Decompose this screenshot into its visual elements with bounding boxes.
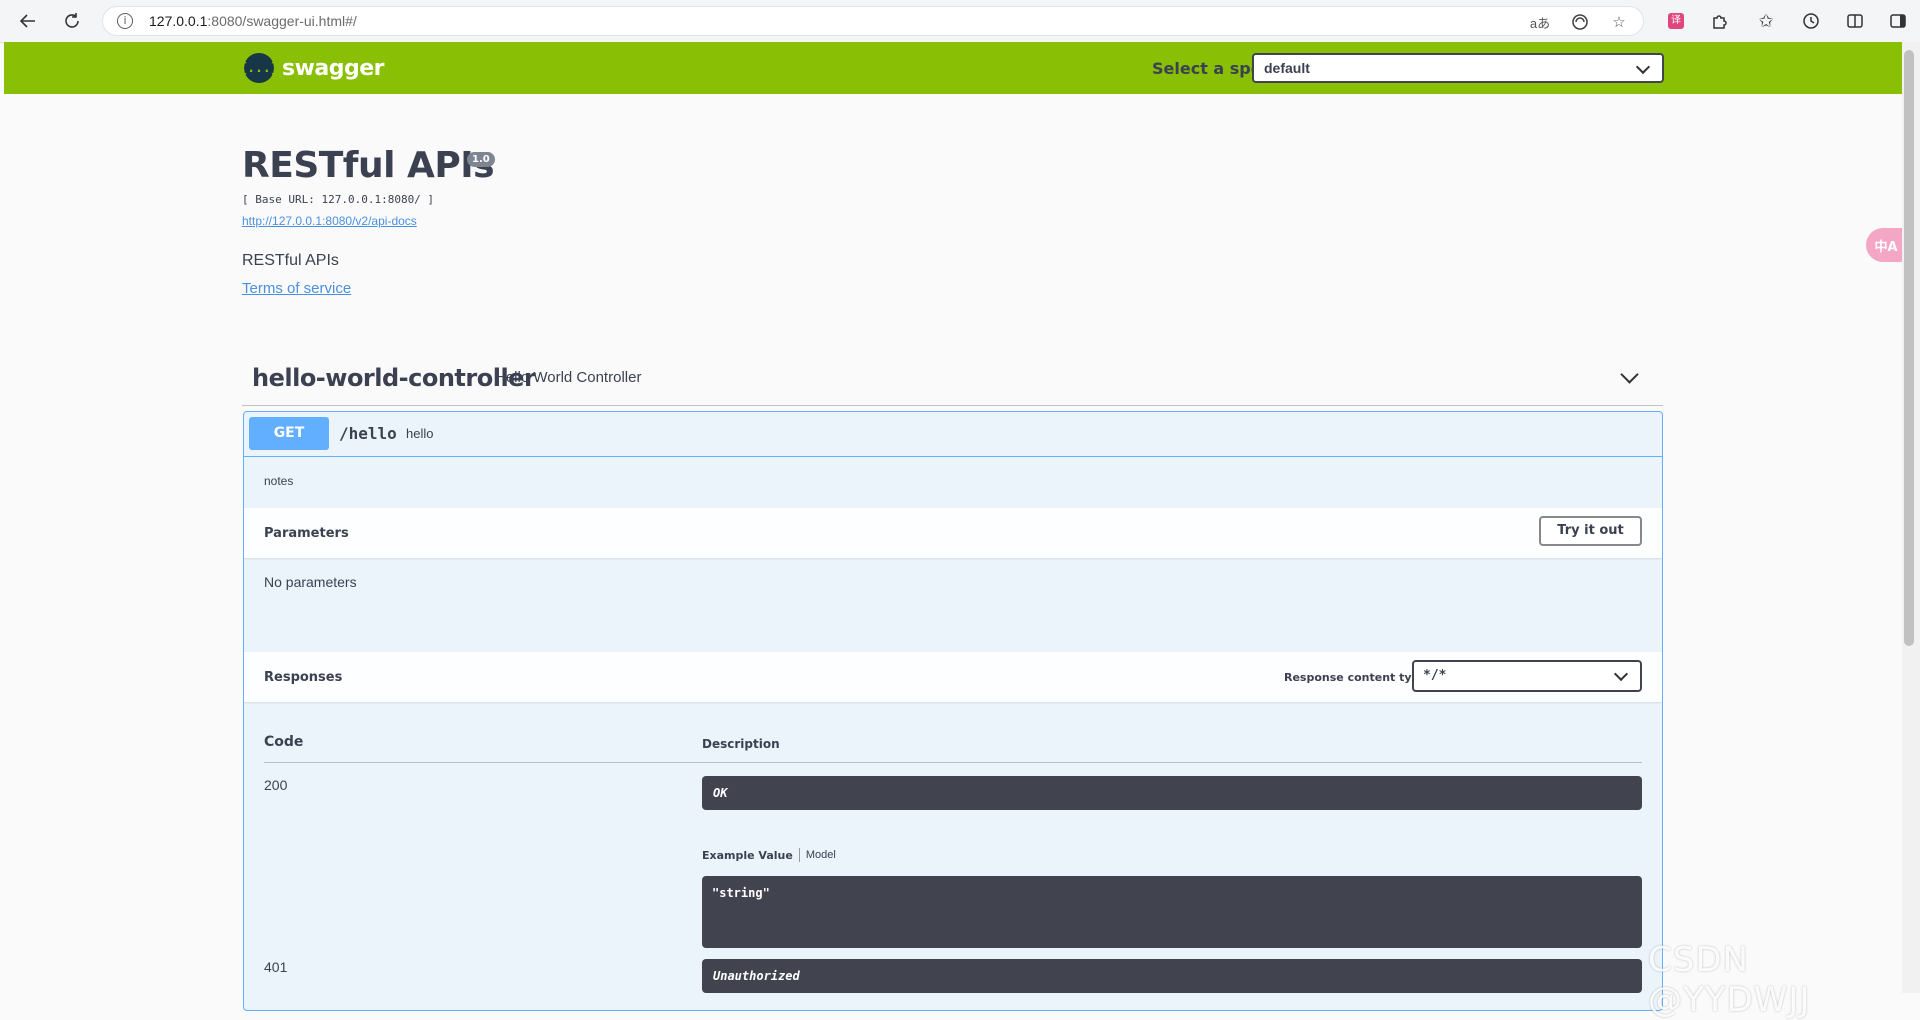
operation-path: /hello xyxy=(339,424,397,443)
swagger-logo-icon: {...} xyxy=(239,53,279,83)
example-model-tabs: Example Value Model xyxy=(702,848,836,862)
browser-toolbar: i 127.0.0.1:8080/swagger-ui.html#/ aあ ☆ … xyxy=(0,0,1920,43)
responses-table-header: Code Description xyxy=(264,734,1642,763)
swagger-logo-text: swagger xyxy=(282,55,385,81)
api-docs-link[interactable]: http://127.0.0.1:8080/v2/api-docs xyxy=(242,214,417,228)
terms-of-service-link[interactable]: Terms of service xyxy=(242,280,351,297)
tag-header-hello-world-controller[interactable]: hello-world-controller Hello World Contr… xyxy=(242,350,1663,406)
base-url: [ Base URL: 127.0.0.1:8080/ ] xyxy=(242,193,435,206)
spec-select[interactable]: default xyxy=(1252,53,1664,83)
spec-select-value: default xyxy=(1264,60,1310,76)
back-icon[interactable] xyxy=(14,7,42,35)
response-content-type-label: Response content type xyxy=(1284,671,1427,684)
operation-get-hello: GET /hello hello notes Parameters Try it… xyxy=(243,411,1663,1011)
responses-header: Responses Response content type */* xyxy=(244,652,1662,702)
column-description: Description xyxy=(702,737,780,751)
swagger-topbar: {...} swagger Select a spec default xyxy=(4,42,1902,94)
tab-divider xyxy=(798,848,800,862)
response-description: Unauthorized xyxy=(702,959,1642,993)
sidebar-icon[interactable] xyxy=(1884,7,1912,35)
operation-notes: notes xyxy=(264,474,294,488)
tag-name: hello-world-controller xyxy=(252,364,536,392)
no-parameters-text: No parameters xyxy=(264,574,357,590)
refresh-icon[interactable] xyxy=(58,7,86,35)
tag-description: Hello World Controller xyxy=(495,369,642,386)
method-badge: GET xyxy=(249,417,329,450)
split-screen-icon[interactable] xyxy=(1841,7,1869,35)
favorites-icon[interactable]: ✩ xyxy=(1752,7,1780,35)
example-value-code: "string" xyxy=(712,886,770,900)
puzzle-icon[interactable] xyxy=(1706,7,1734,35)
operation-summary-text: hello xyxy=(406,426,434,441)
response-code: 200 xyxy=(264,777,288,793)
parameters-title: Parameters xyxy=(264,526,349,541)
responses-title: Responses xyxy=(264,670,343,685)
chevron-down-icon xyxy=(1613,666,1629,682)
extension-icon[interactable]: 译 xyxy=(1662,7,1690,35)
column-code: Code xyxy=(264,734,304,750)
chevron-down-icon xyxy=(1635,59,1651,75)
address-bar[interactable]: i 127.0.0.1:8080/swagger-ui.html#/ aあ ☆ xyxy=(102,6,1644,36)
response-content-type-select[interactable]: */* xyxy=(1412,660,1642,692)
tab-example-value[interactable]: Example Value xyxy=(702,849,793,862)
favorite-star-icon[interactable]: ☆ xyxy=(1608,11,1630,33)
watermark: CSDN @YYDWJJ xyxy=(1648,940,1811,1020)
example-value-box: "string" xyxy=(702,876,1642,948)
api-description: RESTful APIs xyxy=(242,252,339,269)
parameters-header: Parameters Try it out xyxy=(244,508,1662,558)
info-icon[interactable]: i xyxy=(117,13,133,29)
translate-float-button[interactable]: 中A xyxy=(1866,228,1906,262)
api-title: RESTful APIs xyxy=(242,145,495,186)
try-it-out-button[interactable]: Try it out xyxy=(1539,516,1642,546)
swagger-logo[interactable]: {...} swagger xyxy=(239,53,385,83)
operation-summary[interactable]: GET /hello hello xyxy=(244,412,1662,457)
response-code: 401 xyxy=(264,959,288,975)
tab-model[interactable]: Model xyxy=(806,849,836,861)
scrollbar-thumb[interactable] xyxy=(1904,50,1914,646)
browser-essentials-icon[interactable] xyxy=(1569,11,1591,33)
history-icon[interactable] xyxy=(1797,7,1825,35)
url-text[interactable]: 127.0.0.1:8080/swagger-ui.html#/ xyxy=(149,13,357,29)
response-description: OK xyxy=(702,776,1642,810)
version-badge: 1.0 xyxy=(467,152,495,167)
chevron-down-icon[interactable] xyxy=(1620,365,1639,384)
read-aloud-icon[interactable]: aあ xyxy=(1529,11,1551,33)
response-content-type-value: */* xyxy=(1423,668,1447,683)
